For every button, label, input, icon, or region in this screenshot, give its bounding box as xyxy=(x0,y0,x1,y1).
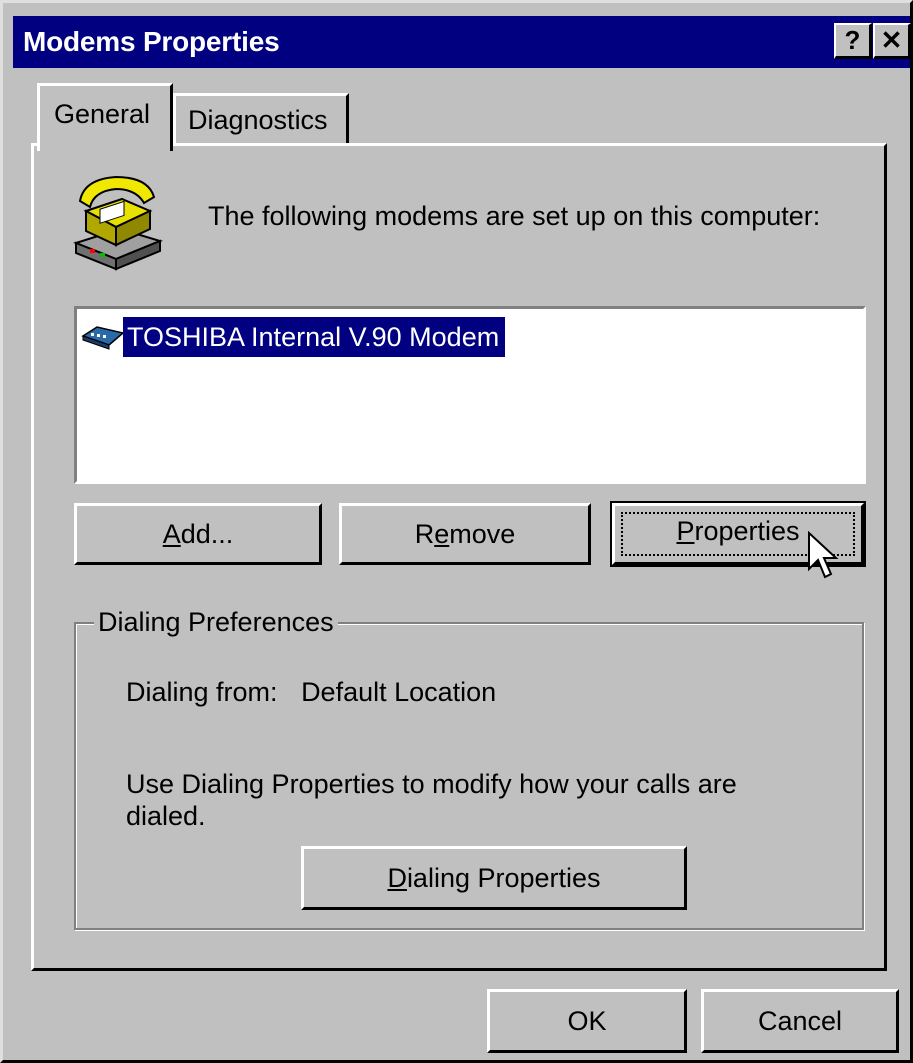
modems-properties-dialog: Modems Properties ? ✕ General Diagnostic… xyxy=(0,0,913,1063)
window-title: Modems Properties xyxy=(23,26,280,57)
general-tab-panel: The following modems are set up on this … xyxy=(31,143,887,971)
dialing-from-value: Default Location xyxy=(301,677,497,707)
modem-list[interactable]: TOSHIBA Internal V.90 Modem xyxy=(74,306,866,484)
remove-button[interactable]: Remove xyxy=(339,503,591,565)
ok-button[interactable]: OK xyxy=(487,989,687,1053)
add-button-label: Add... xyxy=(162,519,234,549)
dialing-preferences-group: Dialing Preferences Dialing from: Defaul… xyxy=(74,604,864,930)
cancel-button[interactable]: Cancel xyxy=(701,989,899,1053)
remove-button-label: Remove xyxy=(414,519,516,549)
dialing-from-label: Dialing from: xyxy=(126,677,278,707)
modem-name: TOSHIBA Internal V.90 Modem xyxy=(123,317,506,357)
tab-diagnostics[interactable]: Diagnostics xyxy=(173,93,349,143)
add-button[interactable]: Add... xyxy=(74,503,322,565)
close-button[interactable]: ✕ xyxy=(873,23,911,59)
modem-icon xyxy=(81,326,125,350)
telephone-modem-icon xyxy=(73,175,163,271)
help-button[interactable]: ? xyxy=(834,23,872,59)
intro-text: The following modems are set up on this … xyxy=(208,201,821,231)
tab-general[interactable]: General xyxy=(37,83,173,151)
dialing-properties-label: Dialing Properties xyxy=(387,863,601,893)
group-title: Dialing Preferences xyxy=(94,604,338,640)
title-bar[interactable]: Modems Properties ? ✕ xyxy=(13,16,911,68)
dialing-properties-button[interactable]: Dialing Properties xyxy=(301,846,687,910)
dialing-description: Use Dialing Properties to modify how you… xyxy=(126,769,737,831)
mouse-pointer-icon xyxy=(808,531,839,579)
dialing-from-row: Dialing from: Default Location xyxy=(126,677,496,708)
